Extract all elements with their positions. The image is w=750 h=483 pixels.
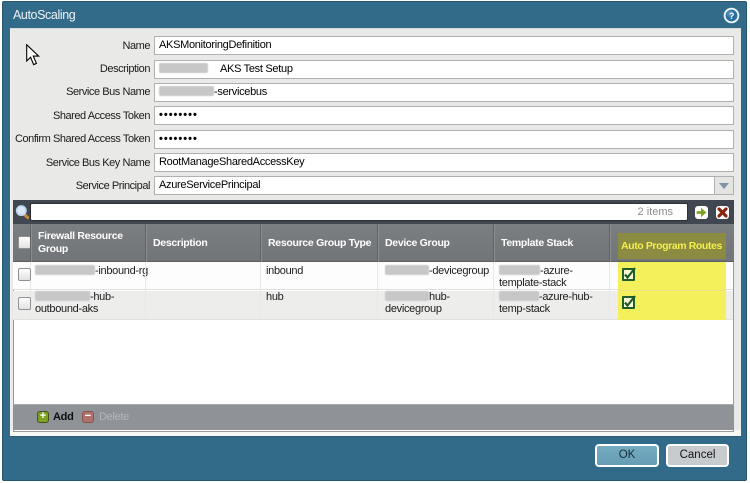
svg-text:?: ? xyxy=(729,11,735,21)
